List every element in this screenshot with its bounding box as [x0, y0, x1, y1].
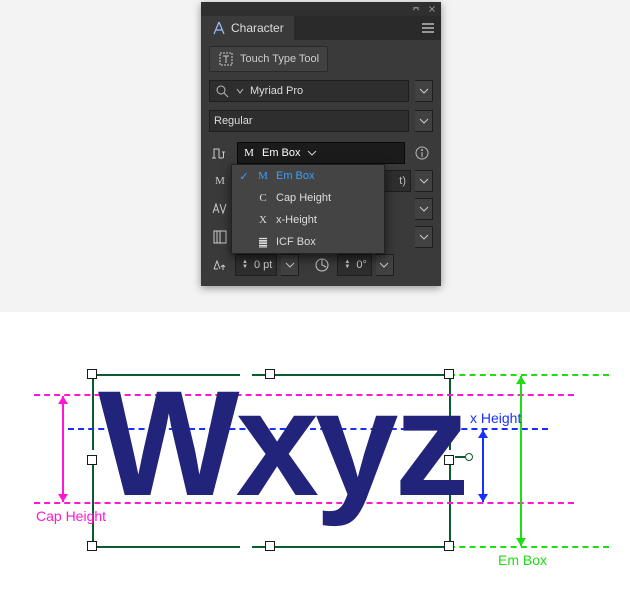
sample-text: Wxyz	[98, 368, 465, 518]
rotation-dropdown[interactable]	[376, 254, 394, 276]
step-down[interactable]: ▼	[240, 265, 250, 270]
selection-handle[interactable]	[87, 541, 97, 551]
sizing-reference-field[interactable]: M Em Box	[237, 142, 405, 164]
panel-menu-button[interactable]	[415, 16, 441, 40]
cap-height-arrow	[62, 396, 64, 502]
option-cap-height[interactable]: C Cap Height	[232, 187, 384, 209]
glyph-icon: M	[256, 170, 270, 182]
x-height-arrow	[482, 430, 484, 502]
font-size-icon	[209, 142, 231, 164]
dashed-em-bottom	[449, 546, 609, 548]
selection-edge	[92, 462, 94, 548]
leading-dropdown[interactable]	[415, 170, 433, 192]
panel-backdrop: Character Touch Type Tool Myriad Pro	[0, 0, 630, 312]
dashed-em-top	[449, 374, 609, 376]
touch-type-tool-button[interactable]: Touch Type Tool	[209, 46, 328, 72]
rotate-handle[interactable]	[465, 453, 473, 461]
check-icon: ✓	[238, 170, 250, 183]
em-box-arrow	[520, 376, 522, 546]
font-family-dropdown[interactable]	[415, 80, 433, 102]
panel-body: Touch Type Tool Myriad Pro Regular	[201, 40, 441, 286]
rotation-field[interactable]: ▲▼ 0°	[337, 254, 372, 276]
sizing-reference-value: Em Box	[262, 147, 301, 159]
close-icon[interactable]	[427, 4, 437, 14]
option-icf-box[interactable]: ䷀ ICF Box	[232, 231, 384, 253]
selection-handle[interactable]	[265, 541, 275, 551]
chevron-down-icon	[236, 87, 244, 95]
baseline-rotation-row: ▲▼ 0 pt ▲▼ 0°	[209, 254, 433, 276]
font-style-dropdown[interactable]	[415, 110, 433, 132]
character-panel: Character Touch Type Tool Myriad Pro	[201, 2, 441, 286]
search-icon	[214, 83, 230, 99]
rotation-icon	[311, 254, 333, 276]
option-label: x-Height	[276, 214, 317, 226]
selection-handle[interactable]	[444, 455, 454, 465]
chevron-down-icon	[307, 148, 317, 158]
panel-tab-row: Character	[201, 16, 441, 40]
kerning-icon	[209, 198, 231, 220]
tab-character[interactable]: Character	[201, 16, 294, 40]
baseline-shift-field[interactable]: ▲▼ 0 pt	[235, 254, 277, 276]
touch-type-label: Touch Type Tool	[240, 53, 319, 65]
step-down[interactable]: ▼	[342, 265, 352, 270]
collapse-icon[interactable]	[411, 4, 421, 14]
sizing-glyph-icon: M	[242, 147, 256, 159]
font-family-field[interactable]: Myriad Pro	[209, 80, 409, 102]
selection-edge	[92, 546, 240, 548]
selection-edge	[252, 546, 449, 548]
glyph-icon: X	[256, 214, 270, 226]
option-label: Em Box	[276, 170, 315, 182]
selection-handle[interactable]	[87, 455, 97, 465]
glyph-icon: C	[256, 192, 270, 204]
selection-handle[interactable]	[444, 369, 454, 379]
vertical-scale-icon	[209, 226, 231, 248]
metric-diagram: Wxyz Em Box x Height Cap Height	[0, 312, 630, 607]
baseline-shift-dropdown[interactable]	[281, 254, 299, 276]
horizontal-scale-dropdown[interactable]	[415, 226, 433, 248]
leading-field-fragment[interactable]: t)	[381, 170, 411, 192]
rotate-stem	[455, 456, 465, 458]
tab-label: Character	[231, 21, 284, 35]
selection-handle[interactable]	[87, 369, 97, 379]
selection-handle[interactable]	[265, 369, 275, 379]
font-family-value: Myriad Pro	[250, 85, 404, 97]
font-style-field[interactable]: Regular	[209, 110, 409, 132]
character-icon	[211, 20, 227, 36]
em-box-label: Em Box	[498, 552, 547, 568]
option-x-height[interactable]: X x-Height	[232, 209, 384, 231]
info-icon[interactable]	[411, 142, 433, 164]
panel-titlebar	[201, 2, 441, 16]
baseline-shift-value: 0 pt	[254, 259, 272, 271]
cap-height-label: Cap Height	[36, 508, 106, 524]
sizing-reference-popup: ✓ M Em Box C Cap Height X x-Height	[231, 164, 385, 254]
font-style-value: Regular	[214, 115, 404, 127]
touch-type-icon	[218, 51, 234, 67]
glyph-icon: ䷀	[256, 236, 270, 249]
option-label: Cap Height	[276, 192, 331, 204]
tracking-dropdown[interactable]	[415, 198, 433, 220]
glyph-metric-icon: M	[209, 170, 231, 192]
option-label: ICF Box	[276, 236, 316, 248]
selection-handle[interactable]	[444, 541, 454, 551]
option-em-box[interactable]: ✓ M Em Box	[232, 165, 384, 187]
baseline-shift-icon	[209, 254, 231, 276]
x-height-label: x Height	[470, 410, 521, 426]
rotation-value: 0°	[356, 259, 367, 271]
selection-edge	[92, 374, 94, 450]
